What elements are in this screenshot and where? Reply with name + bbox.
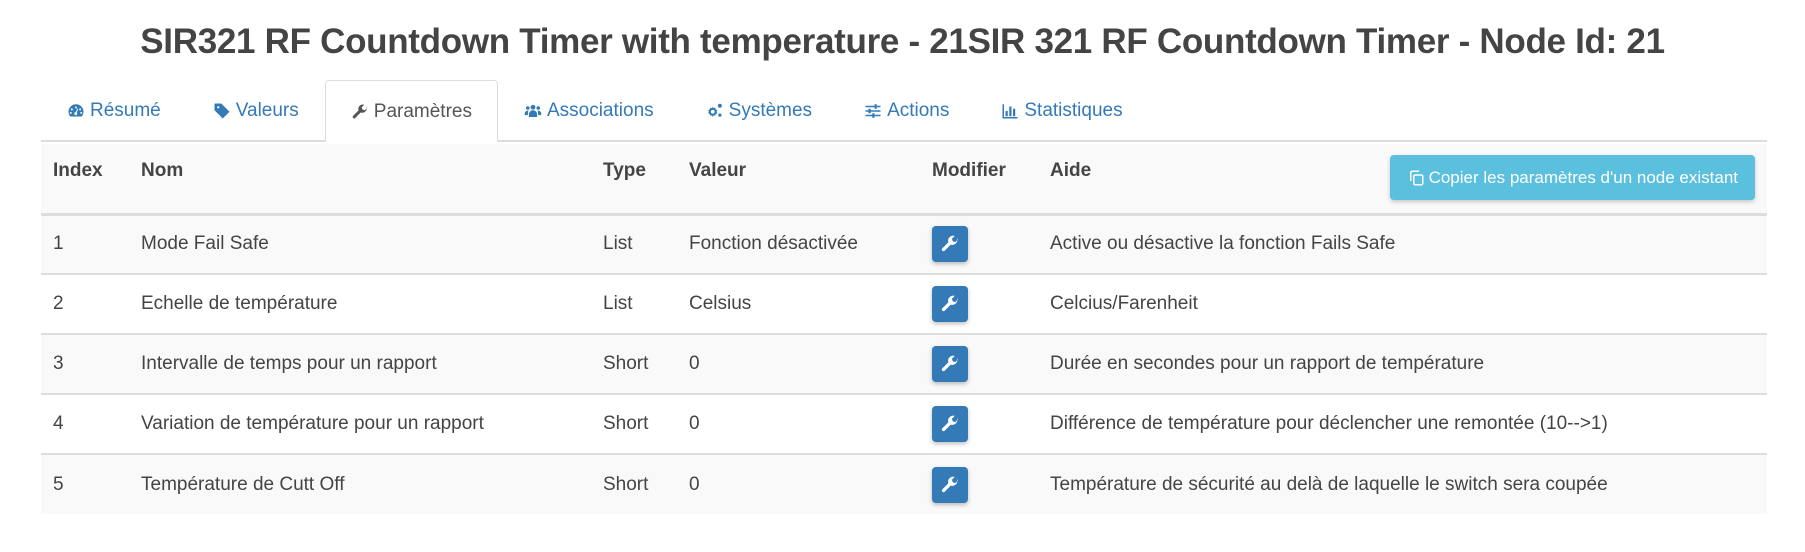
cell-aide: Température de sécurité au delà de laque… bbox=[1050, 473, 1608, 495]
edit-parameter-button[interactable] bbox=[932, 406, 968, 442]
cell-aide: Différence de température pour déclenche… bbox=[1050, 413, 1608, 434]
cell-modifier bbox=[920, 274, 1038, 334]
cell-valeur: Celsius bbox=[689, 293, 752, 314]
cell-aide: Durée en secondes pour un rapport de tem… bbox=[1050, 353, 1485, 374]
cell-modifier bbox=[920, 334, 1038, 394]
cell-modifier bbox=[920, 454, 1038, 514]
wrench-icon bbox=[941, 476, 959, 492]
tab-parametres[interactable]: Paramètres bbox=[324, 80, 498, 142]
cell-valeur: 0 bbox=[689, 353, 700, 374]
table-row: 1 Mode Fail Safe List Fonction désactivé… bbox=[41, 214, 1767, 274]
tab-label: Systèmes bbox=[728, 99, 813, 121]
bar-chart-icon bbox=[1001, 102, 1019, 120]
page-title: SIR321 RF Countdown Timer with temperatu… bbox=[140, 22, 1665, 61]
cogs-icon bbox=[706, 102, 724, 120]
sliders-icon bbox=[864, 102, 882, 120]
edit-parameter-button[interactable] bbox=[932, 466, 968, 503]
cell-nom: Intervalle de temps pour un rapport bbox=[141, 353, 437, 374]
cell-index: 4 bbox=[53, 413, 64, 434]
cell-modifier bbox=[920, 214, 1038, 274]
tab-label: Statistiques bbox=[1024, 99, 1123, 121]
cell-type: Short bbox=[603, 473, 649, 495]
tab-actions[interactable]: Actions bbox=[838, 80, 975, 140]
cell-type: List bbox=[603, 233, 633, 255]
tag-icon bbox=[213, 102, 231, 120]
edit-parameter-button[interactable] bbox=[932, 346, 968, 382]
cell-type: List bbox=[603, 293, 633, 314]
cell-modifier bbox=[920, 394, 1038, 454]
tab-label: Résumé bbox=[90, 99, 161, 121]
tab-label: Actions bbox=[887, 99, 950, 121]
cell-aide: Celcius/Farenheit bbox=[1050, 293, 1198, 314]
tab-systemes[interactable]: Systèmes bbox=[680, 80, 838, 140]
table-row: 3 Intervalle de temps pour un rapport Sh… bbox=[41, 334, 1767, 394]
cell-valeur: Fonction désactivée bbox=[689, 233, 858, 255]
cell-index: 2 bbox=[53, 293, 64, 314]
tab-label: Valeurs bbox=[235, 99, 299, 121]
cell-index: 3 bbox=[53, 353, 64, 374]
copy-parameters-button[interactable]: Copier les paramètres d'un node existant bbox=[1389, 155, 1755, 200]
cell-valeur: 0 bbox=[689, 473, 700, 495]
copy-icon bbox=[1409, 170, 1424, 185]
cell-nom: Echelle de température bbox=[141, 293, 338, 314]
cell-type: Short bbox=[603, 353, 649, 374]
header-type: Type bbox=[591, 144, 677, 216]
wrench-icon bbox=[941, 355, 959, 372]
edit-parameter-button[interactable] bbox=[932, 286, 968, 322]
tab-resume[interactable]: Résumé bbox=[41, 80, 187, 140]
tab-label: Paramètres bbox=[373, 100, 472, 122]
tab-valeurs[interactable]: Valeurs bbox=[187, 80, 325, 140]
header-aide: Aide bbox=[1050, 160, 1092, 181]
cell-nom: Mode Fail Safe bbox=[141, 233, 269, 255]
cell-type: Short bbox=[603, 413, 649, 434]
tab-associations[interactable]: Associations bbox=[498, 80, 680, 140]
cell-nom: Température de Cutt Off bbox=[141, 473, 345, 495]
header-modifier: Modifier bbox=[920, 144, 1038, 216]
header-index: Index bbox=[41, 144, 129, 216]
wrench-icon bbox=[941, 295, 959, 312]
dashboard-icon bbox=[67, 102, 85, 120]
tab-statistiques[interactable]: Statistiques bbox=[975, 80, 1148, 140]
cell-valeur: 0 bbox=[689, 413, 700, 434]
users-icon bbox=[524, 102, 542, 120]
table-header-row: Index Nom Type Valeur Modifier Aide Copi… bbox=[41, 144, 1767, 216]
copy-button-label: Copier les paramètres d'un node existant bbox=[1428, 167, 1738, 187]
cell-index: 1 bbox=[53, 233, 64, 255]
tab-label: Associations bbox=[546, 99, 654, 121]
table-row: 5 Température de Cutt Off Short 0 Tempér… bbox=[41, 454, 1767, 514]
cell-index: 5 bbox=[53, 473, 64, 495]
edit-parameter-button[interactable] bbox=[932, 226, 968, 263]
table-row: 2 Echelle de température List Celsius Ce… bbox=[41, 274, 1767, 334]
header-nom: Nom bbox=[129, 144, 591, 216]
header-valeur: Valeur bbox=[677, 144, 920, 216]
wrench-icon bbox=[941, 415, 959, 432]
tab-bar: Résumé Valeurs Paramètres Associations S… bbox=[41, 80, 1767, 142]
cell-nom: Variation de température pour un rapport bbox=[141, 413, 484, 434]
wrench-icon bbox=[941, 235, 959, 252]
wrench-icon bbox=[351, 103, 369, 121]
parameters-table: Index Nom Type Valeur Modifier Aide Copi… bbox=[41, 144, 1767, 514]
table-row: 4 Variation de température pour un rappo… bbox=[41, 394, 1767, 454]
cell-aide: Active ou désactive la fonction Fails Sa… bbox=[1050, 233, 1396, 255]
header-aide-cell: Aide Copier les paramètres d'un node exi… bbox=[1038, 144, 1767, 216]
